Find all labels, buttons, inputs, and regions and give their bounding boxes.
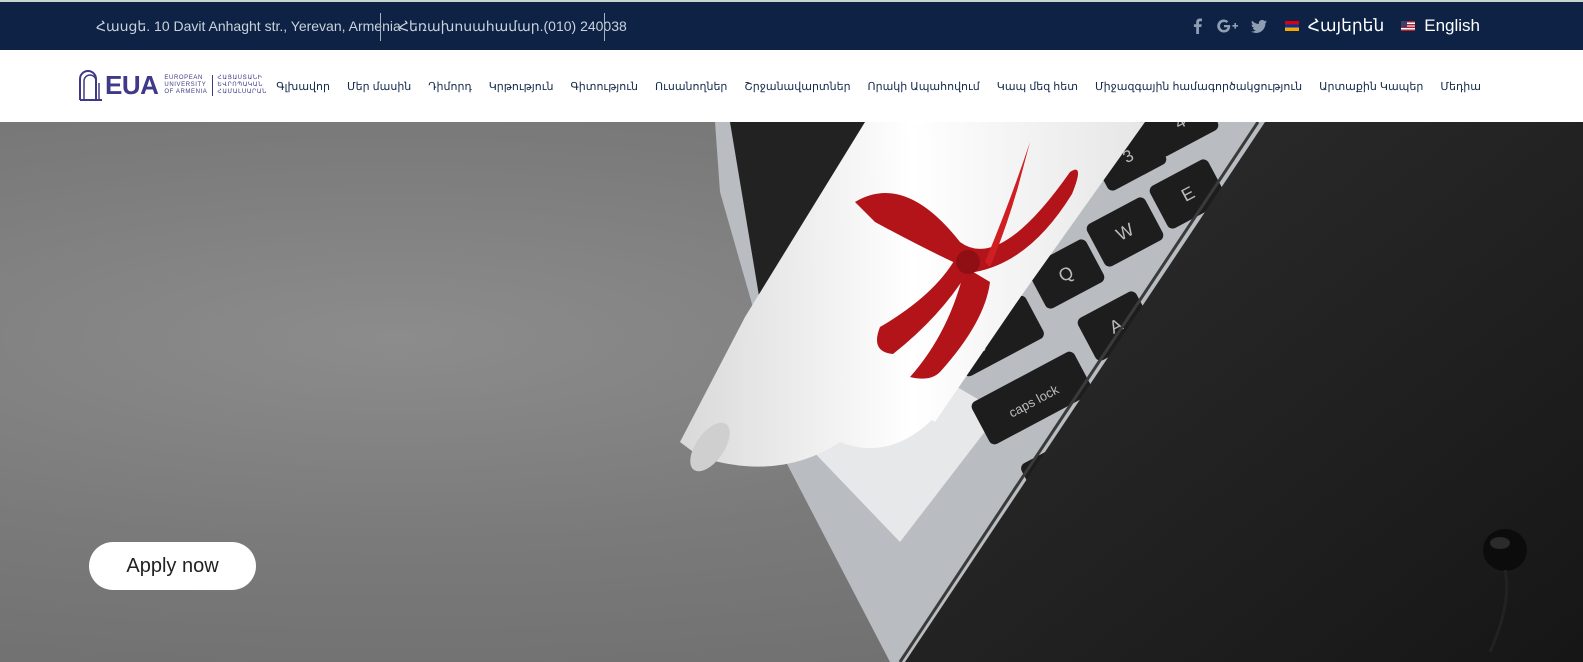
topbar-right-group: Հայերեն English [1182,2,1480,50]
logo-line: ՀԱՅԱՍՏԱՆԻ [217,74,263,81]
hero-banner: 3 E W Q A tab caps lock 4 [0,122,1583,662]
divider [604,13,605,41]
divider [380,13,381,41]
logo-name-block: EUROPEAN UNIVERSITY OF ARMENIA ՀԱՅԱՍՏԱՆԻ… [164,74,267,96]
nav-item-contact[interactable]: Կապ մեզ հետ [997,80,1078,93]
nav-item-external-relations[interactable]: Արտաքին Կապեր [1319,80,1423,93]
nav-item-media[interactable]: Մեդիա [1440,80,1481,93]
main-navbar: EUA EUROPEAN UNIVERSITY OF ARMENIA ՀԱՅԱՍ… [0,50,1583,122]
google-plus-icon[interactable] [1213,2,1244,50]
logo-line: OF ARMENIA [164,88,208,95]
nav-item-quality-assurance[interactable]: Որակի Ապահովում [868,80,980,93]
nav-item-alumni[interactable]: Շրջանավարտներ [744,80,850,93]
logo-armenian-name: ՀԱՅԱՍՏԱՆԻ ԵՎՐՈՊԱԿԱՆ ՀԱՄԱԼՍԱՐԱՆ [212,74,267,96]
logo-english-name: EUROPEAN UNIVERSITY OF ARMENIA [164,75,207,96]
logo-arch-icon [79,70,102,101]
logo-line: ԵՎՐՈՊԱԿԱՆ [217,81,264,88]
language-label: English [1424,16,1480,35]
apply-now-button[interactable]: Apply now [89,542,256,590]
logo-line: UNIVERSITY [164,81,207,88]
logo-line: EUROPEAN [164,74,203,81]
language-armenian-link[interactable]: Հայերեն [1284,16,1385,36]
logo-line: ՀԱՄԱԼՍԱՐԱՆ [217,88,267,95]
nav-item-applicant[interactable]: Դիմորդ [428,80,471,93]
nav-item-international-cooperation[interactable]: Միջազգային համագործակցություն [1095,80,1302,93]
address-text: Հասցե. 10 Davit Anhaght str., Yerevan, A… [96,17,401,34]
nav-item-home[interactable]: Գլխավոր [276,80,330,93]
logo-abbreviation: EUA [105,69,159,100]
language-label: Հայերեն [1307,16,1385,35]
university-logo[interactable]: EUA EUROPEAN UNIVERSITY OF ARMENIA ՀԱՅԱՍ… [77,68,267,102]
facebook-icon[interactable] [1182,2,1213,50]
nav-item-science[interactable]: Գիտություն [570,80,638,93]
nav-item-education[interactable]: Կրթություն [489,80,554,93]
nav-item-about[interactable]: Մեր մասին [347,80,411,93]
language-english-link[interactable]: English [1401,16,1480,36]
usa-flag-icon [1401,21,1416,31]
phone-text: Հեռախոսահամար.(010) 240038 [399,17,627,34]
nav-item-students[interactable]: Ուսանողներ [655,80,727,93]
main-menu: Գլխավոր Մեր մասին Դիմորդ Կրթություն Գիտո… [276,50,1481,122]
top-info-bar: Հասցե. 10 Davit Anhaght str., Yerevan, A… [0,0,1583,50]
twitter-icon[interactable] [1244,2,1275,50]
armenia-flag-icon [1284,21,1299,31]
